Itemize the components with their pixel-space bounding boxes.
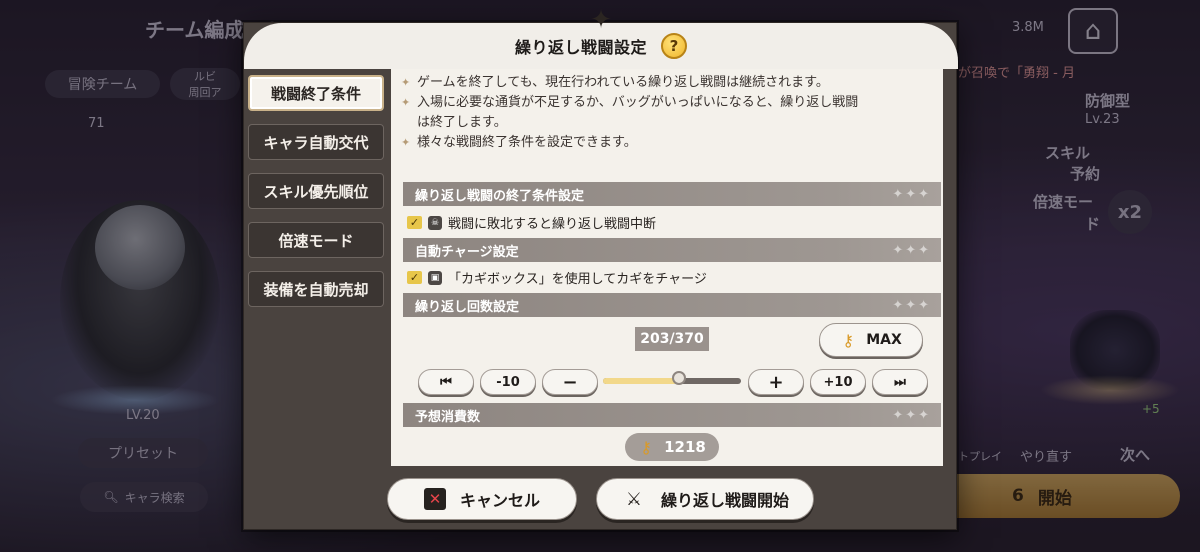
cancel-label: キャンセル — [459, 491, 540, 510]
cancel-button[interactable]: ✕ キャンセル — [387, 478, 577, 520]
sparkle-icon: ✦✦✦ — [892, 407, 931, 423]
skull-icon: ☠ — [428, 215, 442, 230]
info-line: ゲームを終了しても、現在行われている繰り返し戦闘は継続されます。 — [417, 75, 829, 90]
tab-auto-swap[interactable]: キャラ自動交代 — [248, 124, 384, 160]
expected-cost: ⚷ 1218 — [625, 433, 719, 461]
min-button[interactable]: ⏮ — [418, 369, 474, 395]
minus-10-label: -10 — [496, 374, 520, 390]
start-repeat-battle-button[interactable]: ⚔ 繰り返し戦闘開始 — [596, 478, 814, 520]
section-title: 予想消費数 — [415, 409, 481, 425]
sparkle-icon: ✦✦✦ — [892, 186, 931, 202]
checkbox-checked-icon: ✓ — [407, 216, 422, 229]
plus-icon: + — [768, 371, 784, 393]
section-title: 繰り返し戦闘の終了条件設定 — [415, 188, 585, 204]
skip-start-icon: ⏮ — [440, 374, 452, 390]
minus-icon: − — [562, 371, 578, 393]
info-text: ✦ ゲームを終了しても、現在行われている繰り返し戦闘は継続されます。 ✦ 入場に必要… — [401, 73, 941, 153]
plus-10-label: +10 — [823, 374, 853, 390]
option-label: 戦闘に敗北すると繰り返し戦闘中断 — [448, 217, 657, 232]
tab-skill-priority[interactable]: スキル優先順位 — [248, 173, 384, 209]
info-line: は終了します。 — [417, 115, 507, 130]
tab-speed-mode[interactable]: 倍速モード — [248, 222, 384, 258]
help-icon[interactable]: ? — [661, 33, 687, 59]
star-ornament-icon: ✦ — [590, 5, 612, 35]
sparkle-icon: ✦✦✦ — [892, 297, 931, 313]
settings-sidebar: 戦闘終了条件 キャラ自動交代 スキル優先順位 倍速モード 装備を自動売却 — [248, 75, 388, 320]
tab-auto-sell[interactable]: 装備を自動売却 — [248, 271, 384, 307]
slider-fill — [603, 378, 679, 384]
section-repeat-count: 繰り返し回数設定 ✦✦✦ — [403, 293, 941, 317]
settings-content: ✦ ゲームを終了しても、現在行われている繰り返し戦闘は継続されます。 ✦ 入場に必要… — [391, 69, 943, 466]
dialog-title: 繰り返し戦闘設定 — [514, 38, 647, 57]
info-line: 入場に必要な通貨が不足するか、バッグがいっぱいになると、繰り返し戦闘 — [417, 95, 859, 110]
minus-1-button[interactable]: − — [542, 369, 598, 395]
section-auto-charge: 自動チャージ設定 ✦✦✦ — [403, 238, 941, 262]
section-title: 繰り返し回数設定 — [415, 299, 520, 315]
section-expected-cost: 予想消費数 ✦✦✦ — [403, 403, 941, 427]
option-key-box-charge[interactable]: ✓ ▣ 「カギボックス」を使用してカギをチャージ — [407, 268, 707, 287]
key-icon: ⚷ — [842, 330, 855, 350]
repeat-battle-settings-dialog: 繰り返し戦闘設定 ? ✦ 戦闘終了条件 キャラ自動交代 スキル優先順位 倍速モー… — [243, 5, 958, 530]
skip-end-icon: ⏭ — [894, 374, 906, 390]
section-title: 自動チャージ設定 — [415, 244, 519, 260]
section-end-condition: 繰り返し戦闘の終了条件設定 ✦✦✦ — [403, 182, 941, 206]
repeat-counter: 203/370 — [635, 327, 709, 351]
key-box-icon: ▣ — [428, 270, 442, 285]
max-label: MAX — [866, 332, 902, 348]
cost-value: 1218 — [664, 438, 706, 456]
slider-thumb[interactable] — [671, 371, 686, 385]
bullet-icon: ✦ — [401, 76, 411, 89]
crossed-swords-icon: ⚔ — [625, 488, 643, 510]
start-repeat-label: 繰り返し戦闘開始 — [660, 491, 789, 510]
key-icon: ⚷ — [640, 437, 652, 457]
bullet-icon: ✦ — [401, 96, 411, 109]
tab-end-condition[interactable]: 戦闘終了条件 — [248, 75, 384, 111]
close-icon: ✕ — [423, 488, 446, 510]
checkbox-checked-icon: ✓ — [407, 271, 422, 284]
bullet-icon: ✦ — [401, 136, 411, 149]
plus-10-button[interactable]: +10 — [810, 369, 866, 395]
info-line: 様々な戦闘終了条件を設定できます。 — [417, 135, 637, 150]
max-button[interactable]: ⚷ MAX — [819, 323, 923, 357]
minus-10-button[interactable]: -10 — [480, 369, 536, 395]
option-label: 「カギボックス」を使用してカギをチャージ — [448, 272, 707, 287]
sparkle-icon: ✦✦✦ — [892, 242, 931, 258]
plus-1-button[interactable]: + — [748, 369, 804, 395]
option-stop-on-defeat[interactable]: ✓ ☠ 戦闘に敗北すると繰り返し戦闘中断 — [407, 213, 656, 232]
max-step-button[interactable]: ⏭ — [872, 369, 928, 395]
